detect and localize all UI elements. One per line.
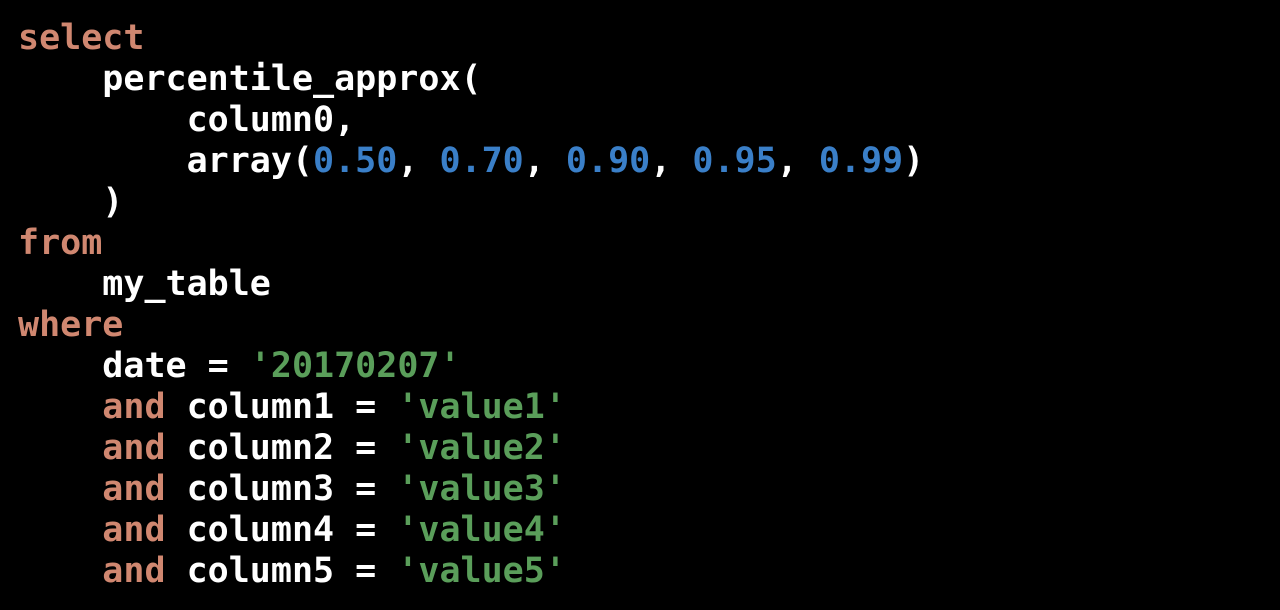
code-line: date = '20170207' — [0, 346, 1280, 387]
code-token-ident: column2 = — [165, 428, 398, 468]
code-token-ident: percentile_approx( — [102, 59, 482, 99]
code-line: and column3 = 'value3' — [0, 469, 1280, 510]
code-token-str: 'value3' — [397, 469, 566, 509]
code-token-punct: ) — [102, 182, 124, 222]
code-token-kw: and — [102, 469, 166, 509]
code-line: select — [0, 18, 1280, 59]
code-token-ident: array( — [186, 141, 314, 181]
code-line: where — [0, 305, 1280, 346]
code-token-punct: , — [650, 141, 693, 181]
code-line: column0, — [0, 100, 1280, 141]
code-line: percentile_approx( — [0, 59, 1280, 100]
code-token-punct: , — [397, 141, 440, 181]
code-token-kw: select — [18, 18, 145, 58]
code-token-str: '20170207' — [249, 346, 461, 386]
code-token-str: 'value2' — [397, 428, 566, 468]
code-token-kw: where — [18, 305, 124, 345]
code-token-str: 'value5' — [397, 551, 566, 591]
code-token-num: 0.70 — [439, 141, 524, 181]
code-line: and column2 = 'value2' — [0, 428, 1280, 469]
code-token-num: 0.90 — [565, 141, 651, 181]
code-token-kw: and — [102, 387, 166, 427]
code-token-ident: date = — [102, 346, 250, 386]
code-line: from — [0, 223, 1280, 264]
code-token-kw: from — [18, 223, 103, 263]
code-token-num: 0.99 — [818, 141, 904, 181]
code-token-num: 0.95 — [692, 141, 777, 181]
code-token-ident: column1 = — [165, 387, 398, 427]
code-line: and column1 = 'value1' — [0, 387, 1280, 428]
code-token-str: 'value4' — [397, 510, 566, 550]
code-token-kw: and — [102, 510, 166, 550]
code-token-str: 'value1' — [397, 387, 566, 427]
code-token-ident: column4 = — [165, 510, 398, 550]
code-block[interactable]: select percentile_approx( column0, array… — [0, 0, 1280, 610]
code-line: ) — [0, 182, 1280, 223]
code-token-punct: ) — [903, 141, 925, 181]
code-token-kw: and — [102, 428, 166, 468]
code-token-ident: column0, — [186, 100, 356, 140]
code-token-num: 0.50 — [313, 141, 398, 181]
code-token-punct: , — [776, 141, 819, 181]
code-token-punct: , — [523, 141, 566, 181]
code-line: and column5 = 'value5' — [0, 551, 1280, 592]
code-line: my_table — [0, 264, 1280, 305]
code-token-kw: and — [102, 551, 166, 591]
code-line: array(0.50, 0.70, 0.90, 0.95, 0.99) — [0, 141, 1280, 182]
code-line: and column4 = 'value4' — [0, 510, 1280, 551]
code-token-ident: my_table — [102, 264, 271, 304]
code-token-ident: column5 = — [165, 551, 398, 591]
code-token-ident: column3 = — [165, 469, 398, 509]
